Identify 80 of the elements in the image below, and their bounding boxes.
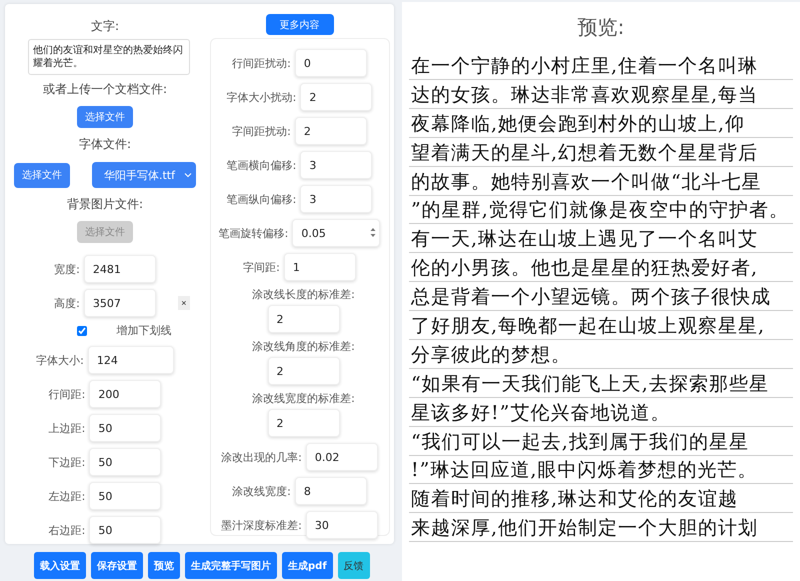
checkbox-label: 增加下划线 xyxy=(116,323,172,338)
field-label: 下边距: xyxy=(48,454,86,470)
action-button[interactable]: 生成完整手写图片 xyxy=(185,552,277,579)
background-file-label: 背景图片文件: xyxy=(66,196,144,213)
font-file-label: 字体文件: xyxy=(78,136,132,153)
input-field[interactable]: 200 xyxy=(89,380,162,408)
input-field[interactable]: 2 xyxy=(294,117,367,145)
action-button[interactable]: 保存设置 xyxy=(91,552,143,579)
font-select[interactable]: 华阳手写体.ttf xyxy=(92,162,196,188)
text-input[interactable]: 他们的友谊和对星空的热爱始终闪耀着光芒。 xyxy=(28,39,190,75)
handwritten-line: 随着时间的推移,琳达和艾伦的友谊越 xyxy=(409,486,793,514)
handwritten-line: 分享彼此的梦想。 xyxy=(409,342,793,369)
field-label: 涂改线宽度的标准差: xyxy=(252,391,355,406)
field-label: 涂改线宽度: xyxy=(232,484,291,498)
field-label: 左边距: xyxy=(48,488,86,504)
input-field[interactable]: 30 xyxy=(306,511,378,539)
input-field[interactable]: 0.05 xyxy=(292,219,380,247)
input-field[interactable]: 3 xyxy=(300,185,372,213)
handwritten-line: 的故事。她特别喜欢一个叫做“北斗七星 xyxy=(409,168,793,196)
input-field[interactable]: 50 xyxy=(89,448,162,476)
clear-button[interactable]: × xyxy=(178,296,190,310)
field-label: 笔画横向偏移: xyxy=(226,158,296,172)
input-field[interactable]: 2 xyxy=(268,305,340,333)
handwritten-line: 星该多好!”艾伦兴奋地说道。 xyxy=(409,400,793,427)
spinner-icon[interactable] xyxy=(370,227,376,238)
action-button[interactable]: 预览 xyxy=(148,552,180,579)
field-label: 字间距扰动: xyxy=(232,124,291,138)
input-field[interactable]: 1 xyxy=(284,253,356,281)
handwritten-line: 总是背着一个小望远镜。两个孩子很快成 xyxy=(409,284,793,312)
field-label: 字间距: xyxy=(243,260,280,274)
field-label: 上边距: xyxy=(48,420,86,436)
input-field[interactable]: 0 xyxy=(294,49,367,77)
input-field[interactable]: 2481 xyxy=(84,255,156,284)
field-label: 涂改线角度的标准差: xyxy=(252,339,355,354)
handwritten-line: 伦的小男孩。他也是星星的狂热爱好者, xyxy=(409,255,793,282)
caret-icon xyxy=(184,172,192,178)
handwritten-line: !”琳达回应道,眼中闪烁着梦想的光芒。 xyxy=(409,457,793,484)
action-button[interactable]: 反馈 xyxy=(338,552,370,579)
action-button[interactable]: 生成pdf xyxy=(282,552,333,579)
field-label: 墨汁深度标准差: xyxy=(221,518,302,532)
field-label: 笔画纵向偏移: xyxy=(226,192,296,206)
field-label: 高度: xyxy=(54,296,80,311)
input-field[interactable]: 2 xyxy=(268,409,340,437)
field-label: 字体大小扰动: xyxy=(226,90,296,104)
preview-title: 预览: xyxy=(578,14,624,41)
input-field[interactable]: 124 xyxy=(88,346,174,374)
handwritten-line: ”的星群,觉得它们就像是夜空中的守护者。 xyxy=(409,197,793,224)
field-label: 行间距: xyxy=(48,386,86,402)
handwritten-line: 有一天,琳达在山坡上遇见了一个名叫艾 xyxy=(409,226,793,254)
choose-file-button[interactable]: 选择文件 xyxy=(14,162,70,188)
handwritten-line: “我们可以一起去,找到属于我们的星星 xyxy=(409,428,793,456)
input-field[interactable]: 8 xyxy=(294,477,367,505)
handwritten-line: 望着满天的星斗,幻想着无数个星星背后 xyxy=(409,140,793,167)
handwritten-line: 在一个宁静的小村庄里,住着一个名叫琳 xyxy=(409,53,793,80)
handwritten-line: “如果有一天我们能飞上天,去探索那些星 xyxy=(409,370,793,398)
input-field[interactable]: 0.02 xyxy=(306,443,378,471)
text-label: 文字: xyxy=(90,18,120,35)
more-content-button[interactable]: 更多内容 xyxy=(266,14,334,35)
input-field[interactable]: 50 xyxy=(89,482,162,510)
input-field[interactable]: 50 xyxy=(89,516,162,544)
underline-checkbox[interactable] xyxy=(76,326,86,336)
input-field[interactable]: 2 xyxy=(268,357,340,385)
field-label: 笔画旋转偏移: xyxy=(218,226,288,240)
input-field[interactable]: 2 xyxy=(300,83,372,111)
field-label: 涂改出现的几率: xyxy=(221,450,302,464)
handwritten-line: 来越深厚,他们开始制定一个大胆的计划 xyxy=(409,515,793,542)
field-label: 涂改线长度的标准差: xyxy=(252,287,355,302)
field-label: 字体大小: xyxy=(36,352,84,368)
choose-file-button[interactable]: 选择文件 xyxy=(77,106,133,128)
handwritten-line: 了好朋友,每晚都一起在山坡上观察星星, xyxy=(409,313,793,340)
action-button[interactable]: 载入设置 xyxy=(34,552,86,579)
handwritten-line: 达的女孩。琳达非常喜欢观察星星,每当 xyxy=(409,82,793,109)
input-field[interactable]: 3507 xyxy=(84,289,156,318)
field-label: 宽度: xyxy=(54,262,80,277)
field-label: 行间距扰动: xyxy=(232,56,291,70)
upload-document-label: 或者上传一个文档文件: xyxy=(42,80,168,98)
input-field[interactable]: 3 xyxy=(300,151,372,179)
field-label: 右边距: xyxy=(48,522,86,538)
input-field[interactable]: 50 xyxy=(89,414,162,442)
handwritten-line: 夜幕降临,她便会跑到村外的山坡上,仰 xyxy=(409,110,793,138)
